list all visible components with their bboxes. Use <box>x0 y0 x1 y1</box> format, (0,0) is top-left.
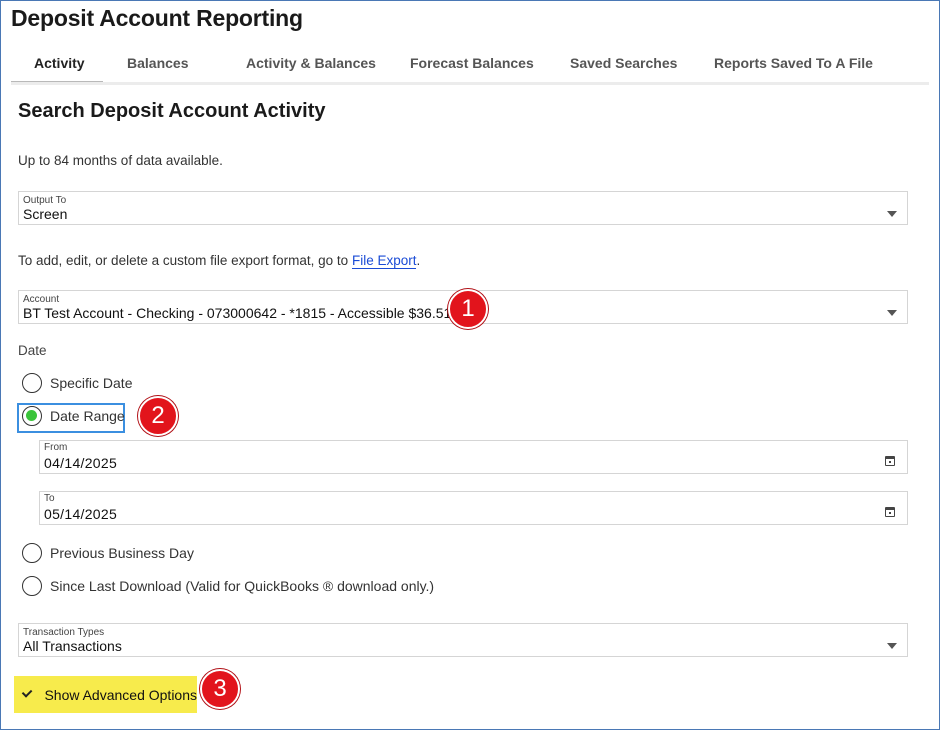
advanced-options-label: Show Advanced Options <box>44 686 197 703</box>
transaction-types-label: Transaction Types <box>23 627 105 638</box>
chevron-down-icon <box>887 643 897 649</box>
tab-activity-balances[interactable]: Activity & Balances <box>246 50 410 84</box>
radio-label: Since Last Download (Valid for QuickBook… <box>50 578 435 594</box>
show-advanced-options-button[interactable]: Show Advanced Options <box>14 676 197 713</box>
chevron-down-icon <box>21 686 33 698</box>
tab-reports-saved[interactable]: Reports Saved To A File <box>714 50 884 84</box>
export-note: To add, edit, or delete a custom file ex… <box>18 253 421 269</box>
tab-saved-searches[interactable]: Saved Searches <box>570 50 714 84</box>
radio-specific-date[interactable]: Specific Date <box>22 373 132 393</box>
file-export-link[interactable]: File Export <box>351 253 417 269</box>
availability-note: Up to 84 months of data available. <box>18 153 223 168</box>
callout-marker-2: 2 <box>138 396 178 436</box>
to-label: To <box>44 493 55 504</box>
output-to-value: Screen <box>23 206 68 222</box>
from-date-field[interactable]: From 04/14/2025 <box>39 440 908 474</box>
app-title: Deposit Account Reporting <box>11 5 303 31</box>
tab-divider <box>11 82 929 85</box>
output-to-label: Output To <box>23 195 67 206</box>
page-title: Search Deposit Account Activity <box>18 100 326 122</box>
radio-since-last-download[interactable]: Since Last Download (Valid for QuickBook… <box>22 576 434 596</box>
radio-label: Specific Date <box>50 375 133 391</box>
transaction-types-select[interactable]: Transaction Types All Transactions <box>18 623 908 657</box>
radio-button-checked[interactable] <box>22 406 42 426</box>
tab-bar: Activity Balances Activity & Balances Fo… <box>11 50 884 84</box>
from-label: From <box>44 442 68 453</box>
tab-forecast-balances[interactable]: Forecast Balances <box>410 50 570 84</box>
to-value: 05/14/2025 <box>44 506 118 522</box>
tab-activity[interactable]: Activity <box>11 50 103 84</box>
radio-button[interactable] <box>22 373 42 393</box>
radio-label: Previous Business Day <box>50 545 194 561</box>
date-label: Date <box>18 343 47 358</box>
output-to-select[interactable]: Output To Screen <box>18 191 908 225</box>
export-note-suffix: . <box>416 253 421 268</box>
radio-date-range[interactable]: Date Range <box>22 406 125 426</box>
account-value: BT Test Account - Checking - 073000642 -… <box>23 305 452 321</box>
calendar-icon[interactable] <box>885 507 895 517</box>
radio-button[interactable] <box>22 543 42 563</box>
radio-label: Date Range <box>50 408 125 424</box>
callout-marker-1: 1 <box>448 289 488 329</box>
radio-button[interactable] <box>22 576 42 596</box>
radio-previous-business-day[interactable]: Previous Business Day <box>22 543 194 563</box>
to-date-field[interactable]: To 05/14/2025 <box>39 491 908 525</box>
calendar-icon[interactable] <box>885 456 895 466</box>
export-note-text: To add, edit, or delete a custom file ex… <box>18 253 349 268</box>
chevron-down-icon <box>887 211 897 217</box>
chevron-down-icon <box>887 310 897 316</box>
tab-balances[interactable]: Balances <box>103 50 246 84</box>
callout-marker-3: 3 <box>200 669 240 709</box>
from-value: 04/14/2025 <box>44 455 118 471</box>
account-label: Account <box>23 294 60 305</box>
transaction-types-value: All Transactions <box>23 638 122 654</box>
